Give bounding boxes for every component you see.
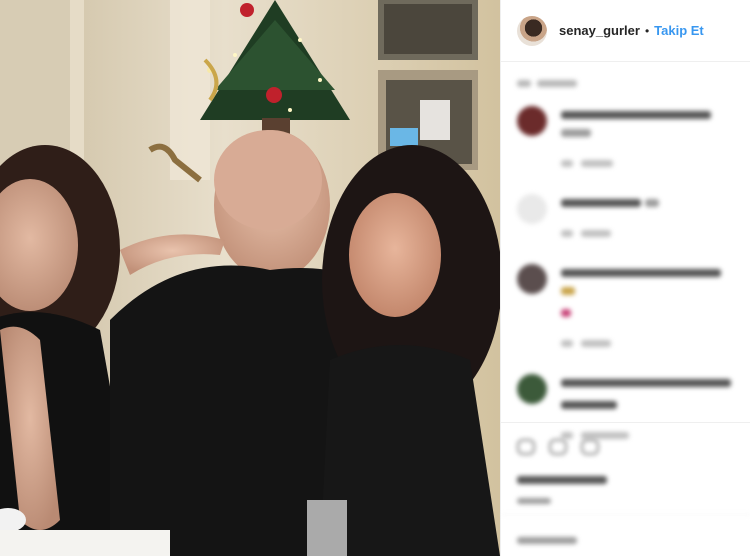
comment-icon[interactable] [549,439,567,455]
post-header: senay_gurler • Takip Et [501,0,750,62]
caption-timestamp [517,74,734,87]
username-link[interactable]: senay_gurler [559,23,640,38]
share-icon[interactable] [581,439,599,455]
separator-dot: • [644,23,650,38]
comment-avatar[interactable] [517,264,547,294]
post-actions [501,422,750,504]
follow-button[interactable]: Takip Et [654,23,704,38]
user-avatar[interactable] [517,15,547,46]
post-viewer: senay_gurler • Takip Et [0,0,750,556]
add-comment-field[interactable] [501,514,750,556]
comment-avatar[interactable] [517,106,547,136]
photo-scene [0,0,500,556]
comment-avatar[interactable] [517,374,547,404]
action-icons [517,435,735,459]
comment-item [517,264,734,352]
comment-item [517,194,734,242]
comment-avatar[interactable] [517,194,547,224]
comment-item [517,106,734,172]
heart-icon[interactable] [517,439,535,455]
post-photo[interactable] [0,0,500,556]
comment-list [501,62,750,444]
post-sidebar: senay_gurler • Takip Et [500,0,750,556]
post-date [517,491,735,504]
likes-count[interactable] [517,471,735,484]
